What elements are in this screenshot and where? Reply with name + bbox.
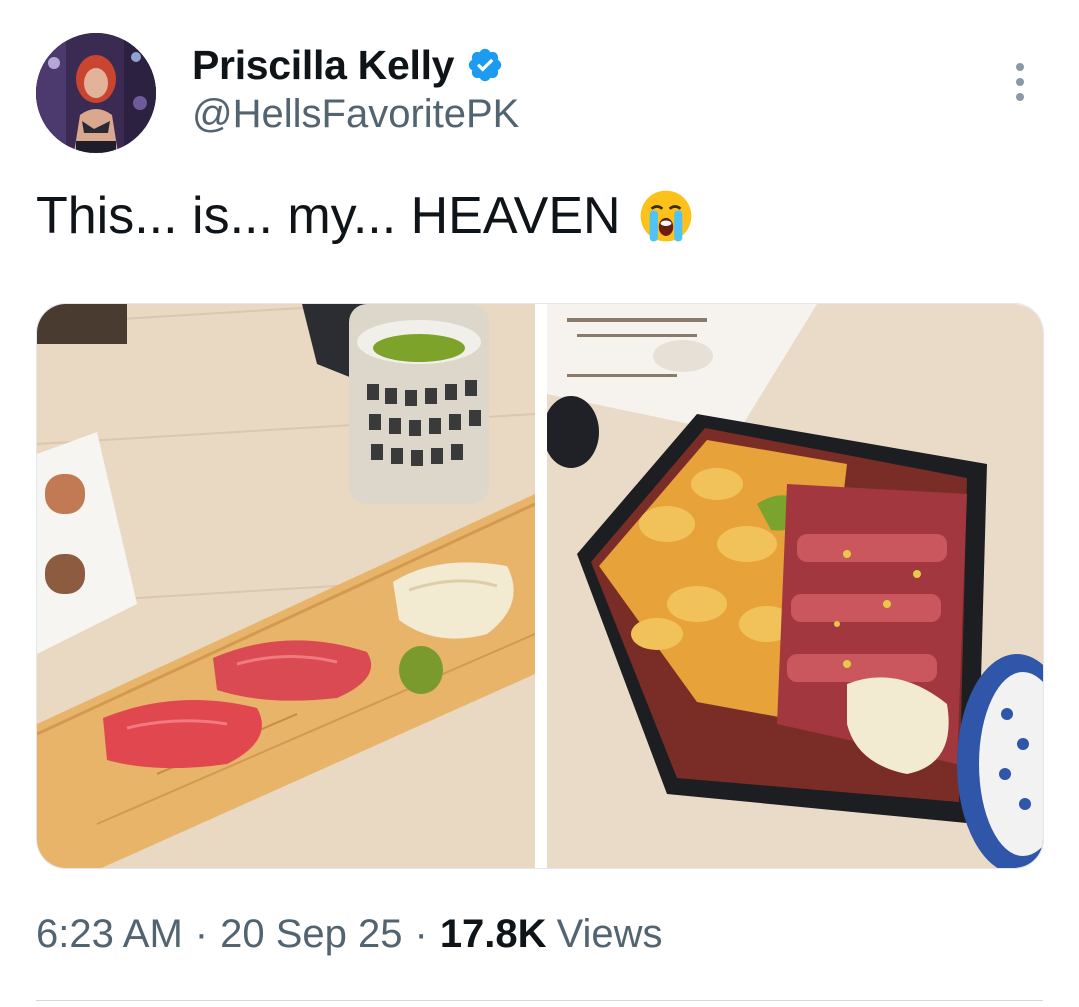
- loudly-crying-face-emoji-icon: [640, 190, 691, 242]
- views-count[interactable]: 17.8K: [440, 912, 547, 957]
- author-name-row: Priscilla Kelly: [192, 38, 504, 92]
- avatar-image: [36, 33, 156, 153]
- author-name[interactable]: Priscilla Kelly: [192, 42, 454, 89]
- media-photo-2[interactable]: [547, 304, 1043, 868]
- nigiri-sushi-photo: [37, 304, 535, 868]
- uni-wagyu-rice-bowl-photo: [547, 304, 1043, 868]
- media-grid: [36, 303, 1044, 869]
- tweet-text-content: This... is... my... HEAVEN: [36, 187, 621, 245]
- author-handle[interactable]: @HellsFavoritePK: [192, 92, 519, 137]
- tweet-time[interactable]: 6:23 AM: [36, 912, 183, 957]
- meta-separator: ·: [194, 912, 209, 956]
- avatar[interactable]: [36, 33, 156, 153]
- more-options-icon[interactable]: [1003, 62, 1037, 102]
- verified-badge-icon[interactable]: [466, 46, 504, 84]
- tweet-text: This... is... my... HEAVEN: [36, 186, 695, 246]
- meta-separator: ·: [414, 912, 428, 956]
- tweet-date[interactable]: 20 Sep 25: [220, 912, 402, 957]
- tweet-metadata: 6:23 AM · 20 Sep 25 · 17.8K Views: [36, 912, 663, 957]
- media-photo-1[interactable]: [37, 304, 535, 868]
- divider: [36, 1000, 1043, 1001]
- views-label: Views: [556, 912, 663, 956]
